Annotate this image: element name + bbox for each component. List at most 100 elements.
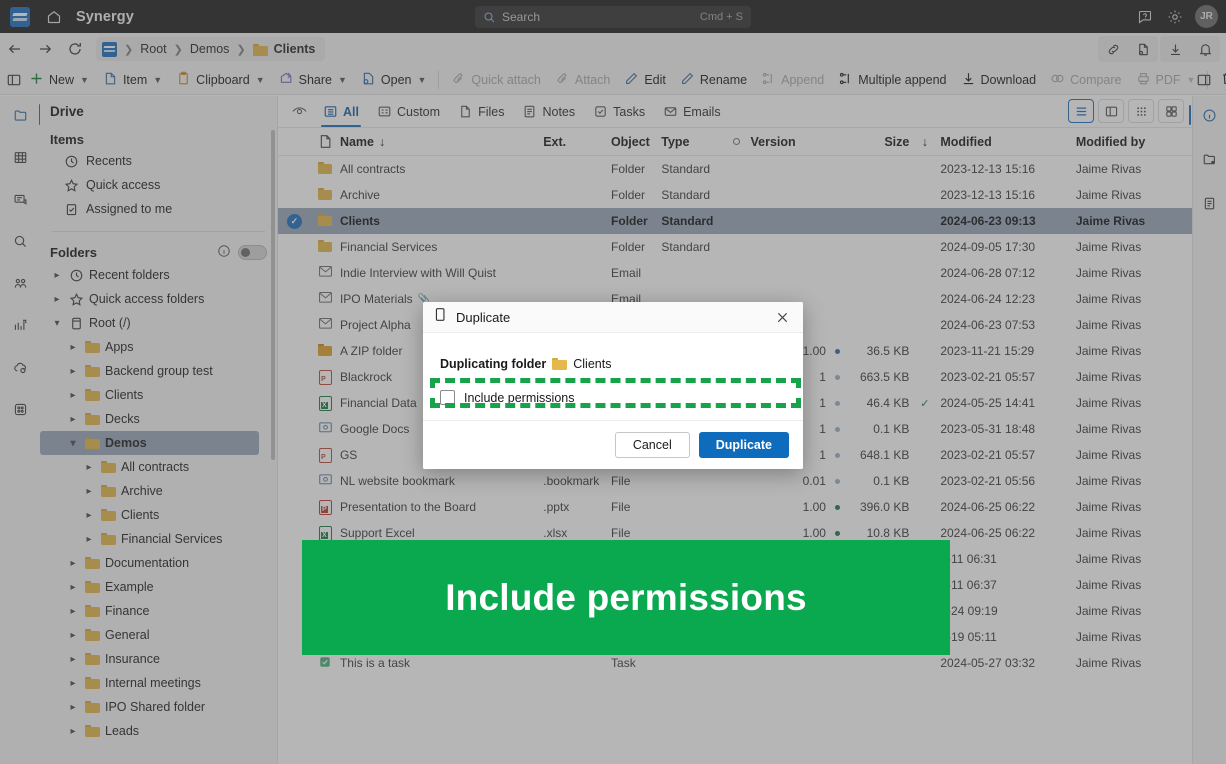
table-row[interactable]: Archive Folder Standard 2023-12-13 15:16 Jai… [278, 182, 1192, 208]
forward-button[interactable] [30, 36, 60, 62]
rail-cloud-icon[interactable] [7, 355, 33, 379]
toolbar-new-button[interactable]: New ▼ [22, 67, 96, 93]
table-row[interactable]: NL website bookmark .bookmark File 0.01 0.1 … [278, 468, 1192, 494]
bell-icon[interactable] [1190, 36, 1220, 62]
tree-item-general[interactable]: ▸ General [40, 623, 277, 647]
table-row[interactable]: ✓ Clients Folder Standard 2024-06-23 09:13 Ja… [278, 208, 1192, 234]
panel-left-icon[interactable] [6, 72, 22, 88]
chevron-right-icon[interactable]: ▸ [50, 294, 64, 305]
tree-item-ipo-shared-folder[interactable]: ▸ IPO Shared folder [40, 695, 277, 719]
grid-view-button[interactable] [1128, 99, 1154, 123]
toolbar-edit-button[interactable]: Edit [617, 67, 673, 93]
tree-item-finance[interactable]: ▸ Finance [40, 599, 277, 623]
tree-item-leads[interactable]: ▸ Leads [40, 719, 277, 743]
info-icon[interactable] [217, 244, 231, 261]
tree-item-insurance[interactable]: ▸ Insurance [40, 647, 277, 671]
rail-search-icon[interactable] [7, 229, 33, 253]
chevron-right-icon[interactable]: ▸ [50, 270, 64, 281]
rail-info-icon[interactable] [1188, 104, 1222, 126]
tree-item-quick-access-folders[interactable]: ▸ Quick access folders [40, 287, 277, 311]
folders-toggle[interactable] [238, 245, 267, 260]
chevron-right-icon[interactable]: ▸ [66, 342, 80, 353]
chevron-right-icon[interactable]: ▸ [66, 414, 80, 425]
tab-notes[interactable]: Notes [513, 97, 584, 127]
breadcrumb-item-root[interactable]: Root [140, 42, 166, 56]
tree-item-demos[interactable]: ▾ Demos [40, 431, 259, 455]
help-icon[interactable] [1135, 7, 1155, 27]
split-view-button[interactable] [1098, 99, 1124, 123]
tab-all[interactable]: All [314, 97, 368, 127]
chevron-right-icon[interactable]: ▸ [66, 366, 80, 377]
chevron-right-icon[interactable]: ▸ [66, 558, 80, 569]
toolbar-rename-button[interactable]: Rename [673, 67, 754, 93]
tab-emails[interactable]: Emails [654, 97, 730, 127]
chevron-right-icon[interactable]: ▸ [66, 582, 80, 593]
eye-icon[interactable] [286, 103, 312, 120]
chevron-right-icon[interactable]: ▸ [82, 486, 96, 497]
column-modified-by[interactable]: Modified by [1076, 135, 1192, 149]
link-icon[interactable] [1098, 36, 1128, 62]
tree-item-example[interactable]: ▸ Example [40, 575, 277, 599]
gear-icon[interactable] [1165, 7, 1185, 27]
include-permissions-row[interactable]: Include permissions [440, 387, 786, 408]
cancel-button[interactable]: Cancel [614, 432, 690, 458]
table-row[interactable]: Indie Interview with Will Quist Email 2024… [278, 260, 1192, 286]
column-object[interactable]: Object [611, 135, 661, 149]
row-checkbox[interactable]: ✓ [278, 213, 311, 229]
chevron-right-icon[interactable]: ▸ [66, 702, 80, 713]
table-row[interactable]: All contracts Folder Standard 2023-12-13 15… [278, 156, 1192, 182]
tree-item-clients[interactable]: ▸ Clients [40, 383, 277, 407]
breadcrumb[interactable]: ❯ Root ❯ Demos ❯ Clients [96, 37, 326, 61]
rail-analytics-icon[interactable] [7, 313, 33, 337]
breadcrumb-item-demos[interactable]: Demos [190, 42, 230, 56]
toolbar-download-button[interactable]: Download [954, 67, 1044, 93]
tree-item-root-[interactable]: ▾ Root (/) [40, 311, 277, 335]
toolbar-item-button[interactable]: Item ▼ [96, 67, 169, 93]
tree-item-archive[interactable]: ▸ Archive [40, 479, 277, 503]
chevron-right-icon[interactable]: ▸ [66, 654, 80, 665]
tile-view-button[interactable] [1158, 99, 1184, 123]
column-name[interactable]: Name ↓ [340, 135, 543, 149]
tree-item-recent-folders[interactable]: ▸ Recent folders [40, 263, 277, 287]
close-icon[interactable] [771, 311, 793, 324]
rail-folder-permissions-icon[interactable] [1198, 148, 1222, 170]
column-type[interactable]: Type [661, 135, 729, 149]
tab-files[interactable]: Files [449, 97, 513, 127]
chevron-right-icon[interactable]: ▸ [66, 390, 80, 401]
chevron-right-icon[interactable]: ▸ [82, 510, 96, 521]
back-button[interactable] [0, 36, 30, 62]
chevron-down-icon[interactable]: ▾ [50, 318, 64, 329]
chevron-down-icon[interactable]: ▾ [66, 438, 80, 449]
table-row[interactable]: P Presentation to the Board .pptx File 1.00 3… [278, 494, 1192, 520]
sidebar-item-assigned-to-me[interactable]: Assigned to me [40, 197, 277, 221]
refresh-button[interactable] [60, 36, 90, 62]
sidebar-item-quick-access[interactable]: Quick access [40, 173, 277, 197]
search-input[interactable]: Search Cmd + S [475, 6, 751, 28]
tree-item-decks[interactable]: ▸ Decks [40, 407, 277, 431]
home-icon[interactable] [46, 9, 62, 25]
tab-tasks[interactable]: Tasks [584, 97, 654, 127]
toolbar-open-button[interactable]: Open ▼ [354, 67, 434, 93]
avatar[interactable]: JR [1195, 5, 1218, 28]
rail-forms-icon[interactable] [7, 187, 33, 211]
tree-item-apps[interactable]: ▸ Apps [40, 335, 277, 359]
chevron-right-icon[interactable]: ▸ [66, 630, 80, 641]
rail-apps-icon[interactable] [7, 397, 33, 421]
duplicate-button[interactable]: Duplicate [698, 432, 789, 458]
list-view-button[interactable] [1068, 99, 1094, 123]
chevron-right-icon[interactable]: ▸ [82, 462, 96, 473]
column-version[interactable]: Version [745, 135, 846, 149]
toolbar-share-button[interactable]: Share ▼ [272, 67, 354, 93]
column-ext[interactable]: Ext. [543, 135, 611, 149]
toolbar-multiple-append-button[interactable]: Multiple append [831, 67, 953, 93]
rail-grid-icon[interactable] [7, 145, 33, 169]
chevron-right-icon[interactable]: ▸ [66, 726, 80, 737]
tree-item-documentation[interactable]: ▸ Documentation [40, 551, 277, 575]
toolbar-clipboard-button[interactable]: Clipboard ▼ [169, 67, 271, 93]
include-permissions-checkbox[interactable] [440, 390, 455, 405]
row-selected-icon[interactable]: ✓ [286, 213, 302, 229]
tree-item-all-contracts[interactable]: ▸ All contracts [40, 455, 277, 479]
tree-item-clients[interactable]: ▸ Clients [40, 503, 277, 527]
copy-file-icon[interactable] [1128, 36, 1158, 62]
panel-right-icon[interactable] [1190, 72, 1218, 88]
